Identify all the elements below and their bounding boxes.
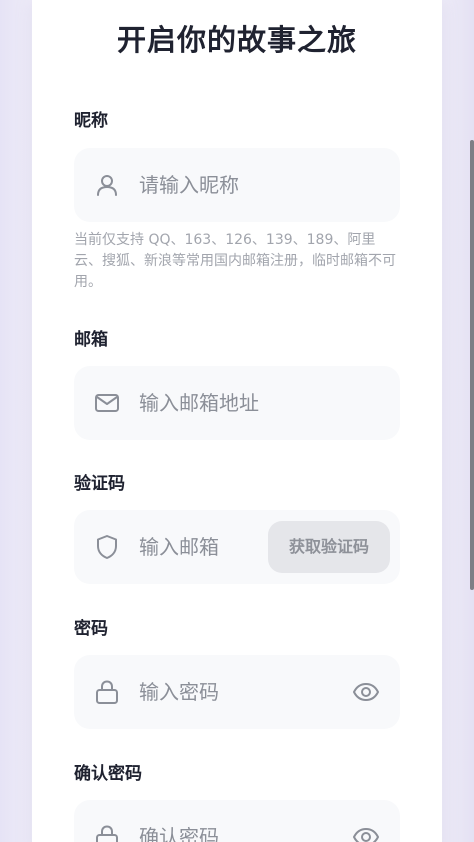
lock-icon [94, 679, 120, 705]
page-title: 开启你的故事之旅 [116, 23, 357, 57]
page: 开启你的故事之旅 昵称 请输入昵称 当前仅支持 QQ、163、126、139、1… [0, 0, 474, 842]
email-support-hint: 当前仅支持 QQ、163、126、139、189、阿里云、搜狐、新浪等常用国内邮… [74, 232, 396, 290]
mail-icon [94, 390, 120, 416]
email-input[interactable]: 输入邮箱地址 [139, 390, 259, 416]
email-label: 邮箱 [74, 330, 108, 350]
password-label: 密码 [74, 619, 108, 639]
password-input[interactable]: 输入密码 [139, 679, 219, 705]
code-label: 验证码 [74, 474, 125, 494]
shield-icon [94, 534, 120, 560]
get-code-button[interactable]: 获取验证码 [268, 521, 390, 573]
eye-icon[interactable] [352, 680, 380, 704]
confirm-password-label: 确认密码 [74, 764, 142, 784]
nickname-field[interactable]: 请输入昵称 [74, 148, 400, 222]
nickname-input[interactable]: 请输入昵称 [139, 172, 239, 198]
nickname-label: 昵称 [74, 111, 108, 131]
lock-icon [94, 824, 120, 842]
eye-icon[interactable] [352, 825, 380, 842]
confirm-password-input[interactable]: 确认密码 [139, 824, 219, 842]
password-field[interactable]: 输入密码 [74, 655, 400, 729]
confirm-password-field[interactable]: 确认密码 [74, 800, 400, 842]
code-field[interactable]: 输入邮箱 获取验证码 [74, 510, 400, 584]
user-icon [94, 172, 120, 198]
register-card: 开启你的故事之旅 昵称 请输入昵称 当前仅支持 QQ、163、126、139、1… [32, 0, 442, 842]
code-input[interactable]: 输入邮箱 [139, 534, 219, 560]
page-scrollbar[interactable] [470, 140, 474, 590]
email-field[interactable]: 输入邮箱地址 [74, 366, 400, 440]
